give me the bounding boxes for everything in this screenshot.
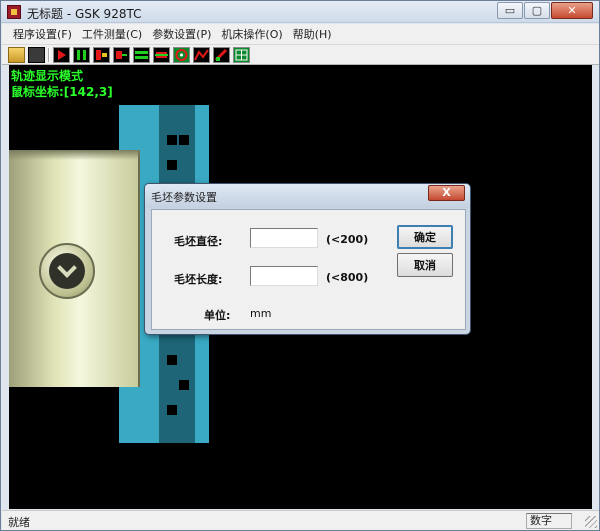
resize-grip-icon[interactable] xyxy=(585,516,597,528)
target-icon[interactable] xyxy=(173,47,190,63)
mouse-coordinate-label: 鼠标坐标:[142,3] xyxy=(11,85,113,99)
status-text: 就绪 xyxy=(8,516,30,529)
thread-notch xyxy=(167,405,177,415)
thread-notch xyxy=(167,355,177,365)
dialog-body: 毛坯直径: (<200) 毛坯长度: (<800) 单位: mm 确定 取消 xyxy=(151,209,466,330)
length-label: 毛坯长度: xyxy=(174,273,223,286)
menu-parameter-settings[interactable]: 参数设置(P) xyxy=(147,26,216,42)
chuck-shadow xyxy=(9,150,140,160)
display-mode-label: 轨迹显示模式 xyxy=(11,69,84,83)
unit-value: mm xyxy=(250,307,272,320)
menu-machine-operation[interactable]: 机床操作(O) xyxy=(216,26,287,42)
thread-notch xyxy=(179,380,189,390)
menu-help[interactable]: 帮助(H) xyxy=(288,26,337,42)
diameter-hint: (<200) xyxy=(326,233,369,246)
stock-parameter-dialog: 毛坯参数设置 X 毛坯直径: (<200) 毛坯长度: (<800) 单位: m… xyxy=(144,183,471,335)
save-icon[interactable] xyxy=(28,47,45,63)
close-button[interactable]: ✕ xyxy=(551,2,593,19)
tool-path-icon[interactable] xyxy=(153,47,170,63)
window-title: 无标题 - GSK 928TC xyxy=(27,7,142,21)
workpiece-profile-lower xyxy=(159,325,195,443)
app-icon xyxy=(7,5,21,19)
pause-icon[interactable] xyxy=(73,47,90,63)
cancel-button[interactable]: 取消 xyxy=(397,253,453,277)
chuck-jaw-socket xyxy=(49,253,85,289)
chevron-down-icon xyxy=(57,258,77,278)
toolbar xyxy=(2,44,599,65)
length-input[interactable] xyxy=(250,266,318,286)
window-controls: ▭ ▢ ✕ xyxy=(496,2,593,19)
diameter-input[interactable] xyxy=(250,228,318,248)
grid-icon[interactable] xyxy=(233,47,250,63)
maximize-button[interactable]: ▢ xyxy=(524,2,550,19)
stock-icon[interactable] xyxy=(133,47,150,63)
single-block-icon[interactable] xyxy=(113,47,130,63)
unit-label: 单位: xyxy=(204,309,231,322)
dialog-title-bar: 毛坯参数设置 X xyxy=(145,184,470,208)
thread-notch xyxy=(167,135,177,145)
tool-icon[interactable] xyxy=(213,47,230,63)
ok-button[interactable]: 确定 xyxy=(397,225,453,249)
toolbar-separator xyxy=(48,48,50,62)
dialog-title: 毛坯参数设置 xyxy=(151,191,217,204)
play-icon[interactable] xyxy=(53,47,70,63)
length-hint: (<800) xyxy=(326,271,369,284)
step-icon[interactable] xyxy=(93,47,110,63)
menu-workpiece-measure[interactable]: 工件测量(C) xyxy=(77,26,147,42)
title-bar: 无标题 - GSK 928TC ▭ ▢ ✕ xyxy=(1,1,599,23)
menu-bar: 程序设置(F) 工件测量(C) 参数设置(P) 机床操作(O) 帮助(H) xyxy=(2,24,599,44)
thread-notch xyxy=(179,135,189,145)
dialog-close-button[interactable]: X xyxy=(428,185,465,201)
diameter-label: 毛坯直径: xyxy=(174,235,223,248)
menu-program-settings[interactable]: 程序设置(F) xyxy=(8,26,77,42)
thread-notch xyxy=(167,160,177,170)
graph-icon[interactable] xyxy=(193,47,210,63)
status-indicator-numlock: 数字 xyxy=(526,513,572,529)
chuck-jaw-icon xyxy=(39,243,95,299)
status-bar: 就绪 数字 xyxy=(2,510,599,530)
minimize-button[interactable]: ▭ xyxy=(497,2,523,19)
open-folder-icon[interactable] xyxy=(8,47,25,63)
